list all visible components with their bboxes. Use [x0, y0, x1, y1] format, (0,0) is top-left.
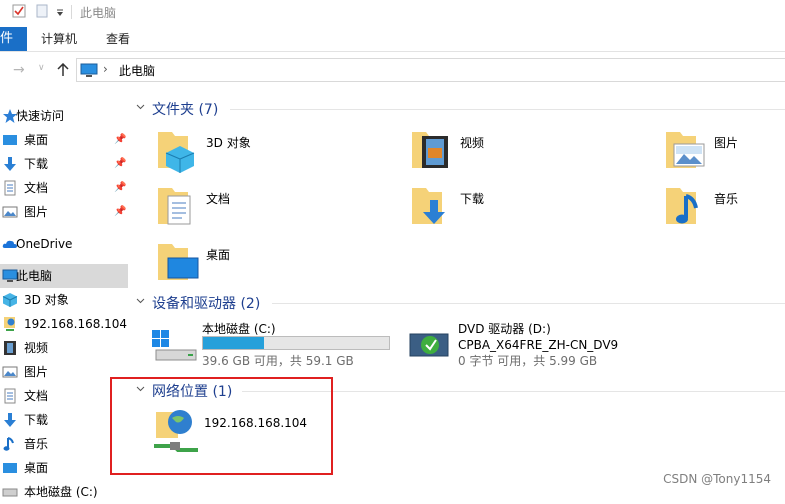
chevron-down-icon[interactable] — [136, 102, 145, 111]
forward-arrow-icon[interactable]: → — [13, 62, 25, 78]
drive-tile-dvd-d[interactable]: DVD 驱动器 (D:) CPBA_X64FRE_ZH-CN_DV9 0 字节 … — [408, 320, 648, 370]
sidebar-item-downloads-pc[interactable]: 下载 — [0, 408, 128, 432]
sidebar-item-network-drive[interactable]: 192.168.168.104 — [0, 312, 128, 336]
sidebar-item-quick-access[interactable]: 快速访问 — [0, 104, 128, 128]
picture-icon — [2, 366, 18, 378]
navigation-pane: 快速访问 桌面 📌 下载 📌 文档 📌 图片 📌 OneDrive 此电脑 3D… — [0, 96, 128, 499]
sidebar-item-desktop-pc[interactable]: 桌面 — [0, 456, 128, 480]
drive-tile-local-disk-c[interactable]: 本地磁盘 (C:) 39.6 GB 可用，共 59.1 GB — [152, 320, 392, 370]
folder-tile-3d-objects[interactable]: 3D 对象 — [154, 126, 394, 176]
sidebar-item-pictures-pc[interactable]: 图片 — [0, 360, 128, 384]
sidebar-item-onedrive[interactable]: OneDrive — [0, 232, 128, 256]
group-header-devices[interactable]: 设备和驱动器 (2) — [130, 292, 785, 314]
quick-access-dropdown-icon[interactable] — [56, 9, 64, 17]
pin-icon[interactable]: 📌 — [114, 128, 126, 152]
sidebar-item-desktop[interactable]: 桌面 📌 — [0, 128, 128, 152]
title-bar: 此电脑 — [0, 0, 785, 24]
document-icon — [4, 388, 16, 404]
desktop-icon — [3, 463, 17, 473]
up-arrow-icon[interactable] — [56, 63, 70, 77]
tab-file[interactable]: 件 — [0, 27, 27, 51]
sidebar-item-3d-objects[interactable]: 3D 对象 — [0, 288, 128, 312]
video-icon — [4, 341, 16, 355]
pin-icon[interactable]: 📌 — [114, 152, 126, 176]
disk-usage-fill — [203, 337, 265, 349]
group-divider — [272, 303, 785, 304]
folder-tile-desktop[interactable]: 桌面 — [154, 238, 394, 288]
title-separator — [71, 5, 72, 19]
sidebar-item-local-disk[interactable]: 本地磁盘 (C:) — [0, 480, 128, 504]
chevron-down-icon[interactable] — [136, 296, 145, 305]
cube-icon — [2, 293, 18, 307]
breadcrumb-this-pc[interactable]: 此电脑 — [119, 62, 155, 79]
folder-tile-videos[interactable]: 视频 — [408, 126, 648, 176]
computer-icon — [80, 63, 98, 77]
folder-tile-documents[interactable]: 文档 — [154, 182, 394, 232]
video-folder-icon — [412, 132, 448, 168]
document-icon — [4, 180, 16, 196]
desktop-icon — [3, 135, 17, 145]
sidebar-item-music[interactable]: 音乐 — [0, 432, 128, 456]
blank-page-icon[interactable] — [36, 4, 48, 18]
disk-usage-bar — [202, 336, 390, 350]
windows-drive-icon — [152, 330, 197, 361]
sidebar-item-pictures[interactable]: 图片 📌 — [0, 200, 128, 224]
sidebar-item-documents-pc[interactable]: 文档 — [0, 384, 128, 408]
music-folder-icon — [666, 188, 698, 224]
download-folder-icon — [412, 188, 445, 224]
document-folder-icon — [158, 188, 191, 225]
address-bar[interactable]: › 此电脑 — [76, 58, 785, 82]
dvd-drive-icon — [409, 333, 449, 357]
picture-folder-icon — [666, 132, 705, 168]
desktop-folder-icon — [158, 244, 199, 280]
pin-icon[interactable]: 📌 — [114, 176, 126, 200]
ribbon-tabs: 件 计算机 查看 — [0, 26, 785, 52]
network-drive-icon — [4, 317, 15, 331]
sidebar-item-downloads[interactable]: 下载 📌 — [0, 152, 128, 176]
sidebar-item-this-pc[interactable]: 此电脑 — [0, 264, 128, 288]
folder-tile-pictures[interactable]: 图片 — [662, 126, 785, 176]
folder-tile-downloads[interactable]: 下载 — [408, 182, 648, 232]
pin-icon[interactable]: 📌 — [114, 200, 126, 224]
breadcrumb-chevron-icon[interactable]: › — [103, 62, 108, 76]
folder-tile-music[interactable]: 音乐 — [662, 182, 785, 232]
navigation-bar: → ∨ › 此电脑 — [0, 56, 785, 84]
checkmark-icon[interactable] — [12, 4, 26, 18]
download-icon — [4, 413, 16, 427]
drive-icon — [2, 488, 18, 497]
sidebar-item-documents[interactable]: 文档 📌 — [0, 176, 128, 200]
history-dropdown-icon[interactable]: ∨ — [38, 63, 45, 73]
watermark: CSDN @Tony1154 — [663, 472, 771, 486]
group-divider — [230, 109, 785, 110]
tab-view[interactable]: 查看 — [106, 27, 130, 51]
sidebar-item-videos[interactable]: 视频 — [0, 336, 128, 360]
download-icon — [4, 157, 16, 171]
group-header-folders[interactable]: 文件夹 (7) — [130, 98, 785, 120]
cube-folder-icon — [158, 132, 195, 173]
picture-icon — [2, 206, 18, 218]
window-title: 此电脑 — [80, 6, 117, 20]
tab-computer[interactable]: 计算机 — [41, 27, 77, 51]
music-icon — [3, 437, 14, 451]
annotation-highlight-box — [110, 377, 333, 475]
